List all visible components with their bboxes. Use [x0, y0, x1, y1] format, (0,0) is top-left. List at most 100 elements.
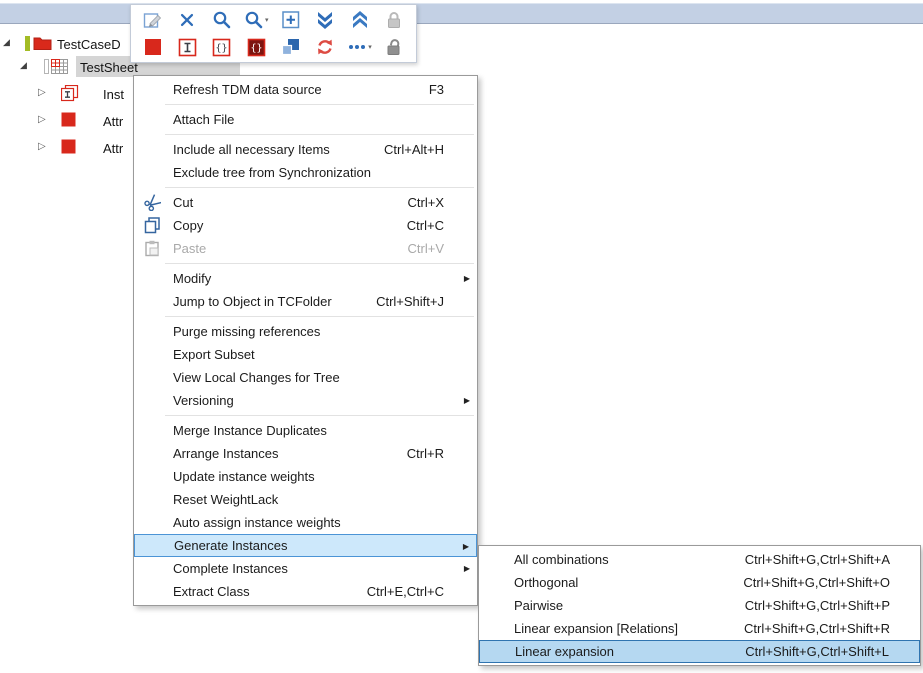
- menu-item-paste[interactable]: Paste Ctrl+V: [134, 237, 477, 260]
- menu-item-include-all[interactable]: Include all necessary Items Ctrl+Alt+H: [134, 138, 477, 161]
- menu-item-shortcut: Ctrl+V: [408, 241, 466, 256]
- expand-all-button[interactable]: [312, 7, 338, 33]
- menu-item-auto-assign-weights[interactable]: Auto assign instance weights: [134, 511, 477, 534]
- menu-separator: [165, 187, 474, 188]
- menu-item-shortcut: Ctrl+Shift+G,Ctrl+Shift+R: [744, 621, 890, 636]
- svg-text:{}: {}: [216, 43, 228, 54]
- menu-item-label: Include all necessary Items: [173, 142, 384, 157]
- more-ellipsis-icon: [347, 37, 367, 57]
- expander-expanded-icon[interactable]: ◢: [3, 37, 10, 48]
- menu-item-export-subset[interactable]: Export Subset: [134, 343, 477, 366]
- braces-icon: {}: [212, 38, 231, 57]
- toolbar-row-1: ▾: [140, 6, 407, 33]
- red-square-button[interactable]: [140, 34, 166, 60]
- menu-item-copy[interactable]: Copy Ctrl+C: [134, 214, 477, 237]
- floating-toolbar: ▾: [130, 4, 417, 63]
- menu-item-label: All combinations: [514, 552, 745, 567]
- submenu-item-linear-expansion-relations[interactable]: Linear expansion [Relations] Ctrl+Shift+…: [479, 617, 920, 640]
- menu-item-update-weights[interactable]: Update instance weights: [134, 465, 477, 488]
- paste-icon: [141, 240, 163, 260]
- dropdown-caret-icon: ▾: [265, 16, 269, 24]
- menu-item-refresh-tdm[interactable]: Refresh TDM data source F3: [134, 78, 477, 101]
- refresh-icon: [315, 37, 335, 57]
- lock-icon: [384, 10, 404, 30]
- menu-item-exclude-tree[interactable]: Exclude tree from Synchronization: [134, 161, 477, 184]
- menu-item-extract-class[interactable]: Extract Class Ctrl+E,Ctrl+C: [134, 580, 477, 603]
- menu-item-label: Extract Class: [173, 584, 367, 599]
- submenu-item-all-combinations[interactable]: All combinations Ctrl+Shift+G,Ctrl+Shift…: [479, 548, 920, 571]
- braces-button[interactable]: {}: [209, 34, 235, 60]
- menu-item-label: Attach File: [173, 112, 466, 127]
- lock-button[interactable]: [381, 7, 407, 33]
- menu-item-label: Cut: [173, 195, 408, 210]
- menu-item-label: Orthogonal: [514, 575, 743, 590]
- menu-item-view-local-changes[interactable]: View Local Changes for Tree: [134, 366, 477, 389]
- duplicate-button[interactable]: [278, 34, 304, 60]
- sheet-grid-icon: [51, 58, 69, 78]
- cut-icon: [141, 194, 163, 214]
- delete-button[interactable]: [174, 7, 200, 33]
- menu-item-label: Copy: [173, 218, 407, 233]
- menu-item-generate-instances[interactable]: Generate Instances ▶: [134, 534, 477, 557]
- more-menu-button[interactable]: ▾: [347, 34, 373, 60]
- menu-item-label: Generate Instances: [174, 538, 465, 553]
- menu-item-label: Versioning: [173, 393, 466, 408]
- add-frame-button[interactable]: [278, 7, 304, 33]
- expander-collapsed-icon[interactable]: ▷: [38, 141, 46, 152]
- edit-button[interactable]: [140, 7, 166, 33]
- submenu-arrow-icon: ▶: [463, 542, 469, 551]
- menu-item-shortcut: Ctrl+Shift+J: [376, 294, 466, 309]
- menu-item-complete-instances[interactable]: Complete Instances ▶: [134, 557, 477, 580]
- expander-collapsed-icon[interactable]: ▷: [38, 87, 46, 98]
- menu-item-label: Paste: [173, 241, 408, 256]
- menu-item-arrange-instances[interactable]: Arrange Instances Ctrl+R: [134, 442, 477, 465]
- instance-box-icon: [178, 38, 197, 57]
- braces-filled-button[interactable]: {}: [243, 34, 269, 60]
- submenu-arrow-icon: ▶: [464, 274, 470, 283]
- instance-icon: [61, 85, 79, 106]
- tree-item-label: Attr: [103, 141, 123, 156]
- expander-expanded-icon[interactable]: ◢: [20, 60, 27, 71]
- zoom-button[interactable]: [209, 7, 235, 33]
- context-menu: Refresh TDM data source F3 Attach File I…: [133, 75, 478, 606]
- menu-item-label: Linear expansion: [515, 644, 745, 659]
- menu-item-label: Update instance weights: [173, 469, 466, 484]
- dropdown-caret-icon: ▾: [368, 43, 372, 51]
- refresh-button[interactable]: [312, 34, 338, 60]
- edit-icon: [143, 10, 163, 30]
- lock-open-button[interactable]: [381, 34, 407, 60]
- menu-item-shortcut: Ctrl+Shift+G,Ctrl+Shift+O: [743, 575, 890, 590]
- menu-item-jump-to-object[interactable]: Jump to Object in TCFolder Ctrl+Shift+J: [134, 290, 477, 313]
- zoom-menu-button[interactable]: ▾: [243, 7, 269, 33]
- tree-item-label: Attr: [103, 114, 123, 129]
- submenu-item-orthogonal[interactable]: Orthogonal Ctrl+Shift+G,Ctrl+Shift+O: [479, 571, 920, 594]
- menu-item-label: Purge missing references: [173, 324, 466, 339]
- attribute-icon: [61, 112, 76, 130]
- menu-item-attach-file[interactable]: Attach File: [134, 108, 477, 131]
- submenu-item-linear-expansion[interactable]: Linear expansion Ctrl+Shift+G,Ctrl+Shift…: [479, 640, 920, 663]
- menu-separator: [165, 104, 474, 105]
- instance-button[interactable]: [174, 34, 200, 60]
- collapse-all-button[interactable]: [347, 7, 373, 33]
- collapse-all-icon: [350, 10, 370, 30]
- menu-item-shortcut: Ctrl+Alt+H: [384, 142, 466, 157]
- zoom-menu-icon: [244, 10, 264, 30]
- tree-item-label: TestCaseD: [57, 37, 121, 52]
- submenu-item-pairwise[interactable]: Pairwise Ctrl+Shift+G,Ctrl+Shift+P: [479, 594, 920, 617]
- menu-item-merge-duplicates[interactable]: Merge Instance Duplicates: [134, 419, 477, 442]
- menu-item-cut[interactable]: Cut Ctrl+X: [134, 191, 477, 214]
- menu-item-reset-weightlack[interactable]: Reset WeightLack: [134, 488, 477, 511]
- menu-item-shortcut: Ctrl+Shift+G,Ctrl+Shift+L: [745, 644, 889, 659]
- menu-item-purge-missing[interactable]: Purge missing references: [134, 320, 477, 343]
- menu-item-versioning[interactable]: Versioning ▶: [134, 389, 477, 412]
- submenu-arrow-icon: ▶: [464, 396, 470, 405]
- menu-item-label: Reset WeightLack: [173, 492, 466, 507]
- menu-item-shortcut: F3: [429, 82, 466, 97]
- menu-item-label: Arrange Instances: [173, 446, 407, 461]
- menu-item-shortcut: Ctrl+R: [407, 446, 466, 461]
- menu-item-label: Complete Instances: [173, 561, 466, 576]
- tree-item-label: Inst: [103, 87, 124, 102]
- menu-item-modify[interactable]: Modify ▶: [134, 267, 477, 290]
- menu-item-shortcut: Ctrl+X: [408, 195, 466, 210]
- expander-collapsed-icon[interactable]: ▷: [38, 114, 46, 125]
